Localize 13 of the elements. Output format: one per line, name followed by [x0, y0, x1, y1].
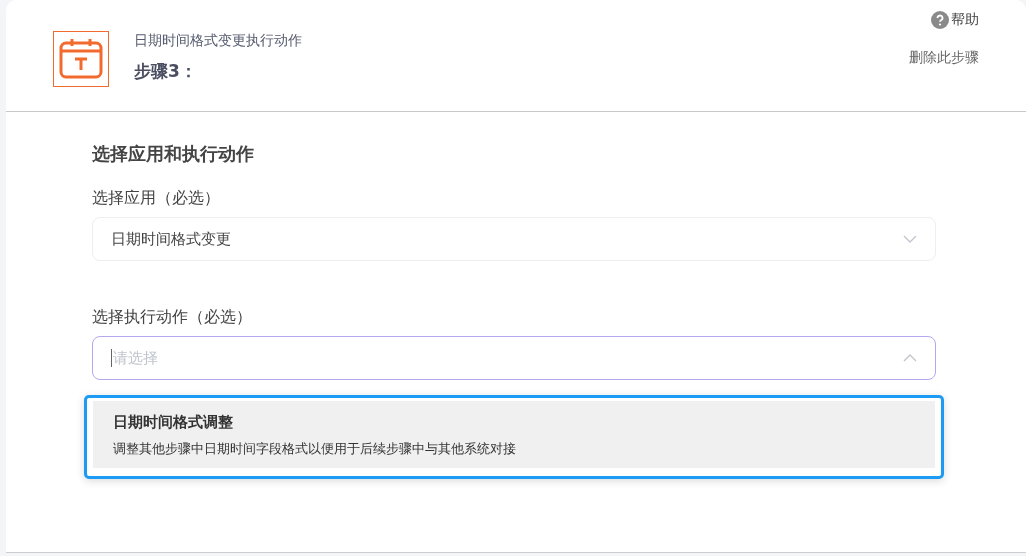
delete-step-link[interactable]: 删除此步骤 — [909, 49, 979, 67]
chevron-down-icon — [903, 235, 917, 243]
field-label: 选择执行动作（必选） — [92, 307, 253, 328]
section-title: 选择应用和执行动作 — [92, 142, 255, 166]
help-icon — [931, 11, 949, 29]
dropdown-option[interactable]: 日期时间格式调整 调整其他步骤中日期时间字段格式以便用于后续步骤中与其他系统对接 — [93, 401, 935, 468]
select-field[interactable]: 日期时间格式变更 — [92, 217, 936, 261]
chevron-up-icon — [903, 354, 917, 362]
help-link[interactable]: 帮助 — [931, 11, 979, 29]
action-subtitle: 日期时间格式变更执行动作 — [134, 32, 303, 50]
calendar-icon — [53, 31, 109, 87]
step-title: 步骤3： — [134, 60, 198, 83]
field-label: 选择应用（必选） — [92, 188, 221, 209]
